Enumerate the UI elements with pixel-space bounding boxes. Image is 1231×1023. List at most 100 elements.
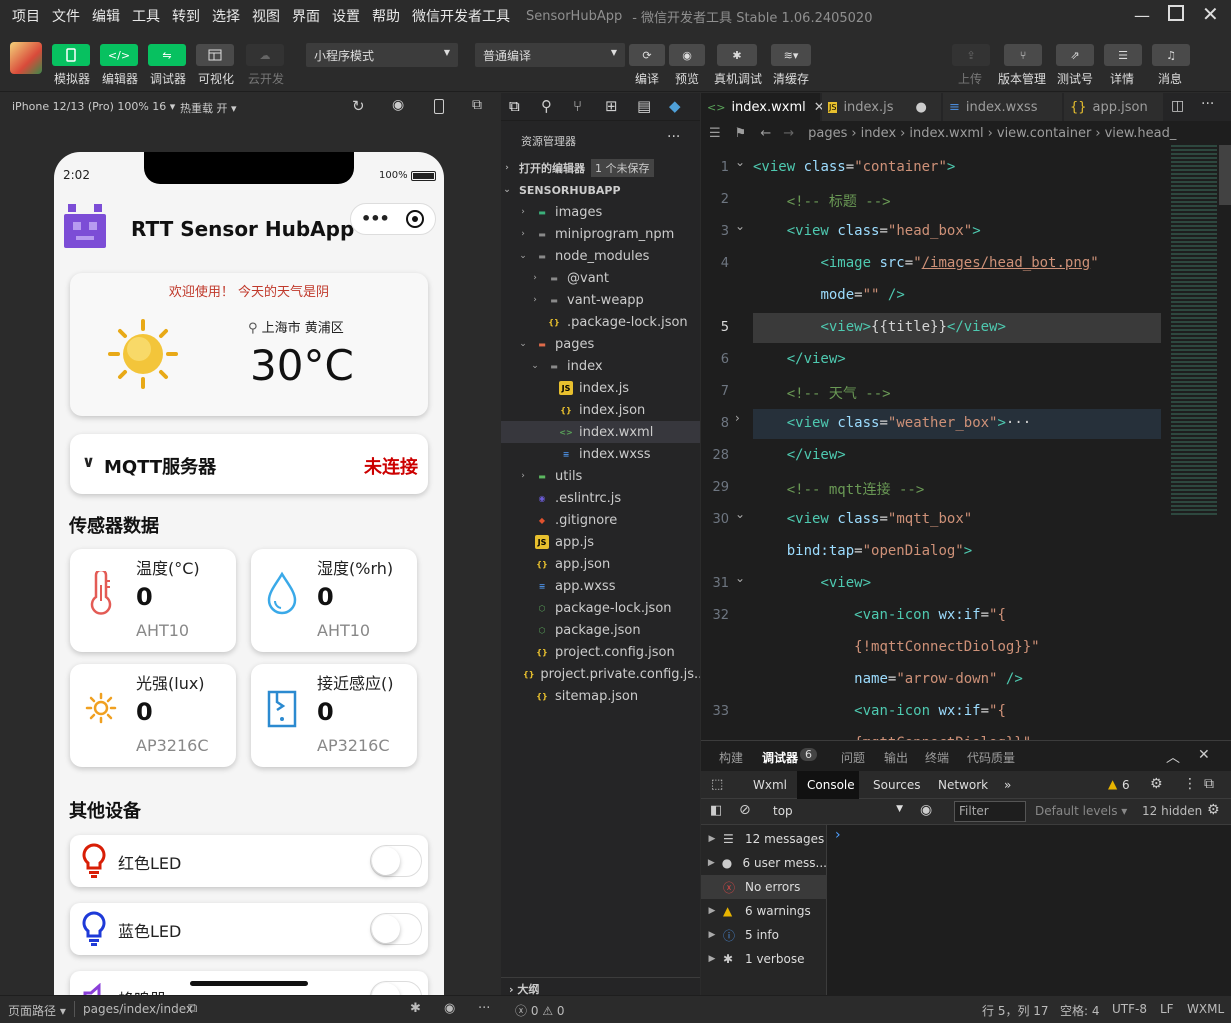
file-tree-item[interactable]: › ▬ vant-weapp — [501, 289, 700, 311]
more-icon[interactable]: ••• — [361, 209, 390, 228]
file-tree-item[interactable]: {} project.private.config.js... — [501, 663, 700, 685]
indent-setting[interactable]: 空格: 4 — [1060, 1002, 1100, 1019]
code-line[interactable]: <!-- 标题 --> — [753, 191, 891, 211]
rotate-icon[interactable]: ↻ — [352, 97, 365, 115]
maximize-icon[interactable] — [1168, 5, 1184, 21]
line-ending[interactable]: LF — [1160, 1002, 1174, 1016]
files-icon[interactable]: ⧉ — [509, 97, 520, 115]
language-mode[interactable]: WXML — [1187, 1002, 1224, 1016]
copy-icon[interactable]: ⧉ — [188, 1001, 197, 1016]
levels-select[interactable]: Default levels ▾ — [1035, 804, 1127, 818]
capsule-menu[interactable]: ••• — [350, 203, 436, 235]
real-debug-button[interactable]: ✱ — [717, 44, 757, 66]
message-filter-row[interactable]: ▶ ✱ 1 verbose — [701, 947, 827, 971]
minimap[interactable] — [1171, 145, 1217, 515]
menu-item[interactable]: 选择 — [212, 6, 240, 26]
kebab-icon[interactable]: ⋮ — [1183, 776, 1197, 792]
eye-icon[interactable]: ◉ — [920, 802, 932, 818]
code-line[interactable]: {!mqttConnectDiolog}}" — [753, 639, 1039, 655]
file-tree-item[interactable]: {} .package-lock.json — [501, 311, 700, 333]
upload-button[interactable]: ⇪ — [952, 44, 990, 66]
tab-index-wxss[interactable]: ≡ index.wxss — [943, 93, 1063, 121]
buzzer-switch[interactable] — [370, 981, 422, 995]
devtools-tab[interactable]: Wxml — [753, 778, 787, 792]
close-icon[interactable]: ✕ — [1202, 2, 1219, 26]
cursor-position[interactable]: 行 5，列 17 — [982, 1002, 1049, 1019]
open-editors-section[interactable]: › 打开的编辑器 1 个未保存 — [501, 157, 700, 179]
record-icon[interactable]: ◉ — [392, 97, 404, 113]
code-line[interactable]: <image src="/images/head_bot.png" — [753, 255, 1098, 271]
warning-count[interactable]: 6 — [1122, 778, 1130, 792]
file-tree-item[interactable]: {} sitemap.json — [501, 685, 700, 707]
breadcrumb-item[interactable]: view.head_ — [1105, 126, 1177, 141]
minimize-icon[interactable]: — — [1134, 6, 1150, 25]
gear-icon[interactable]: ⚙ — [1150, 776, 1163, 792]
more-icon[interactable]: ··· — [478, 1001, 490, 1016]
compile-select[interactable]: 普通编译 ▼ — [475, 43, 625, 67]
tab-app-json[interactable]: {} app.json — [1064, 93, 1164, 121]
close-mini-icon[interactable] — [406, 210, 424, 228]
menu-item[interactable]: 编辑 — [92, 6, 120, 26]
file-tree-item[interactable]: ⌄ ▬ pages — [501, 333, 700, 355]
extensions-icon[interactable]: ⊞ — [605, 97, 618, 115]
menu-item[interactable]: 项目 — [12, 6, 40, 26]
breadcrumb-item[interactable]: pages — [808, 126, 847, 141]
dock-icon[interactable]: ⧉ — [1204, 776, 1214, 792]
file-tree-item[interactable]: ⬡ package-lock.json — [501, 597, 700, 619]
outline-section[interactable]: › 大纲 — [501, 977, 700, 997]
phone-icon[interactable] — [434, 99, 444, 114]
file-tree-item[interactable]: › ▬ miniprogram_npm — [501, 223, 700, 245]
source-control-icon[interactable]: ⑂ — [573, 97, 582, 115]
file-tree-item[interactable]: ⌄ ▬ index — [501, 355, 700, 377]
avatar[interactable] — [10, 42, 42, 74]
menu-item[interactable]: 视图 — [252, 6, 280, 26]
settings-gear-icon[interactable]: ⚙ — [1207, 802, 1220, 818]
mqtt-card[interactable]: ∨ MQTT服务器 未连接 — [70, 434, 428, 494]
more-tabs-icon[interactable]: » — [1004, 778, 1011, 792]
code-line[interactable]: <van-icon wx:if="{ — [753, 607, 1006, 623]
message-filter-row[interactable]: ▶ ☰ 12 messages — [701, 827, 827, 851]
file-tree-item[interactable]: ≡ index.wxss — [501, 443, 700, 465]
preview-button[interactable]: ◉ — [669, 44, 705, 66]
project-section[interactable]: ⌄ SENSORHUBAPP — [501, 179, 700, 201]
code-line[interactable]: <view> — [753, 575, 871, 591]
file-tree-item[interactable]: ◉ .eslintrc.js — [501, 487, 700, 509]
devtools-tab[interactable]: Sources — [873, 778, 920, 792]
fold-icon[interactable]: › — [735, 411, 740, 425]
file-tree-item[interactable]: JS index.js — [501, 377, 700, 399]
console-prompt-icon[interactable]: › — [835, 827, 841, 843]
eye-icon[interactable]: ◉ — [444, 1001, 455, 1016]
hot-reload-toggle[interactable]: 热重载 开 ▾ — [180, 100, 237, 116]
code-line[interactable]: <view class="head_box"> — [753, 223, 981, 239]
filter-input[interactable]: Filter — [954, 801, 1026, 822]
code-line[interactable]: mode="" /> — [753, 287, 904, 303]
code-line[interactable]: </view> — [753, 447, 846, 463]
devtools-tab[interactable]: Network — [938, 778, 988, 792]
docker-icon[interactable]: ◆ — [669, 97, 681, 115]
message-filter-row[interactable]: ▶ ▲ 6 warnings — [701, 899, 827, 923]
message-filter-row[interactable]: ▶ ⓘ 5 info — [701, 923, 827, 947]
code-line[interactable]: name="arrow-down" /> — [753, 671, 1023, 687]
clear-console-icon[interactable]: ⊘ — [739, 802, 751, 818]
code-line[interactable]: <view class="mqtt_box" — [753, 511, 972, 527]
menu-item[interactable]: 帮助 — [372, 6, 400, 26]
search-icon[interactable]: ⚲ — [541, 97, 552, 115]
problems-indicator[interactable]: ⓧ 0 ⚠ 0 — [515, 1002, 565, 1019]
code-line[interactable]: </view> — [753, 351, 846, 367]
fold-icon[interactable]: ⌄ — [735, 507, 745, 521]
code-line[interactable]: <!-- mqtt连接 --> — [753, 479, 925, 499]
compile-button[interactable]: ⟳ — [629, 44, 665, 66]
fold-icon[interactable]: ⌄ — [735, 571, 745, 585]
file-tree-item[interactable]: {} app.json — [501, 553, 700, 575]
devtools-tab[interactable]: Console — [807, 778, 855, 792]
code-line[interactable]: bind:tap="openDialog"> — [753, 543, 972, 559]
menu-item[interactable]: 设置 — [332, 6, 360, 26]
file-tree-item[interactable]: {} project.config.json — [501, 641, 700, 663]
file-tree-item[interactable]: JS app.js — [501, 531, 700, 553]
encoding[interactable]: UTF-8 — [1112, 1002, 1147, 1016]
file-tree-item[interactable]: › ▬ utils — [501, 465, 700, 487]
scrollbar[interactable] — [1219, 145, 1231, 205]
bug-icon[interactable]: ✱ — [410, 1001, 421, 1016]
context-select[interactable]: top ▼ — [767, 802, 907, 822]
details-button[interactable]: ☰ — [1104, 44, 1142, 66]
